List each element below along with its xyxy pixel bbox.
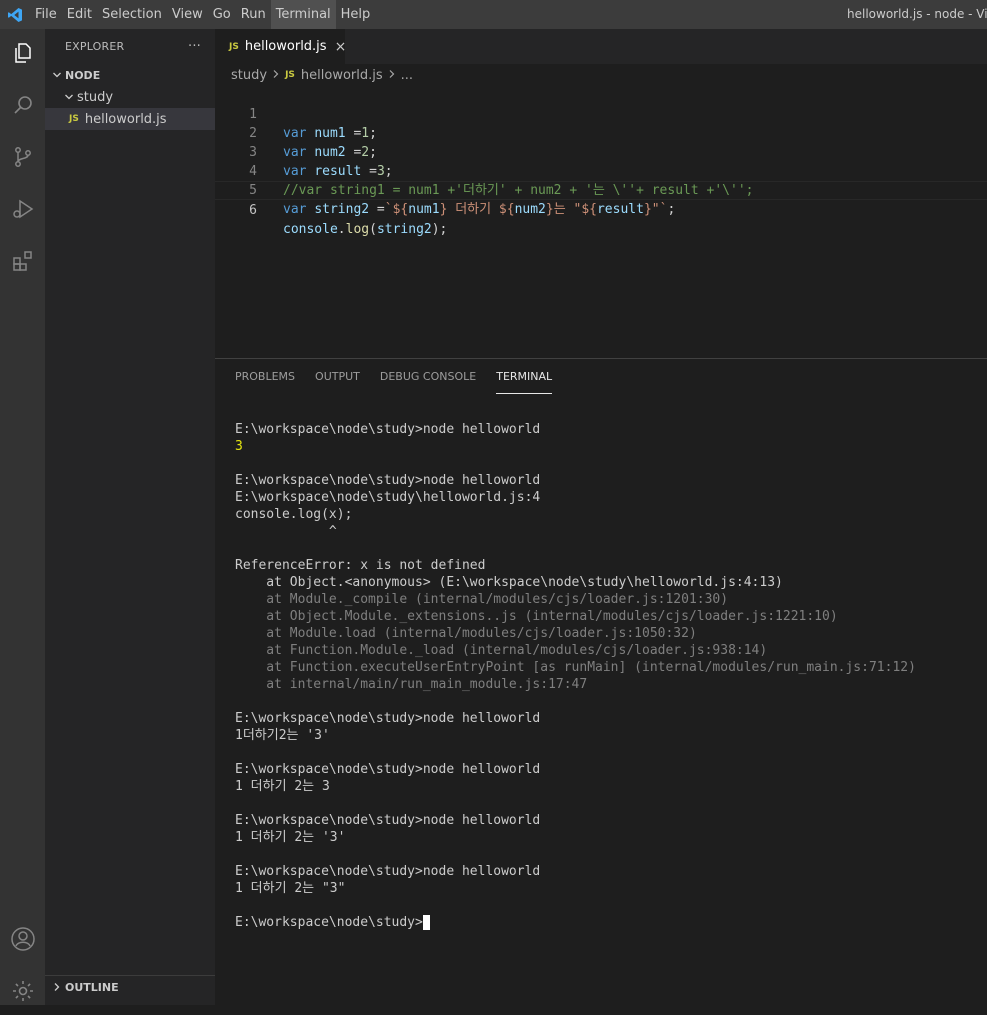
code-line-current: 6 console.log(string2); xyxy=(215,181,987,237)
vscode-logo-icon xyxy=(0,0,30,29)
tree-root-node[interactable]: NODE xyxy=(45,64,215,86)
menu-file[interactable]: File xyxy=(30,0,62,29)
run-debug-icon[interactable] xyxy=(0,185,45,233)
account-icon[interactable] xyxy=(0,915,45,963)
breadcrumb-file[interactable]: helloworld.js xyxy=(301,68,383,83)
tab-output[interactable]: OUTPUT xyxy=(315,359,360,394)
chevron-down-icon xyxy=(49,70,65,80)
tab-label: helloworld.js xyxy=(244,39,327,54)
tab-debug-console[interactable]: DEBUG CONSOLE xyxy=(380,359,476,394)
folder-label: study xyxy=(77,89,114,105)
gear-icon[interactable] xyxy=(0,967,45,1015)
chevron-right-icon xyxy=(49,982,65,992)
tree-folder-study[interactable]: study xyxy=(45,86,215,108)
source-control-icon[interactable] xyxy=(0,133,45,181)
terminal-prompt: E:\workspace\node\study> xyxy=(235,915,423,930)
line-number: 6 xyxy=(249,203,257,218)
editor-tabs: JS helloworld.js × xyxy=(215,29,987,64)
root-folder-label: NODE xyxy=(65,68,101,82)
tree-file-helloworld[interactable]: JS helloworld.js xyxy=(45,108,215,130)
terminal-line: E:\workspace\node\study\helloworld.js:4 xyxy=(235,490,541,505)
menu-edit[interactable]: Edit xyxy=(62,0,97,29)
menu-run[interactable]: Run xyxy=(236,0,271,29)
code-editor[interactable]: 1 var num1 =1; 2 var num2 =2; 3 var resu… xyxy=(215,86,987,358)
terminal-line: at internal/main/run_main_module.js:17:4… xyxy=(235,677,588,692)
terminal-line: at Module.load (internal/modules/cjs/loa… xyxy=(235,626,697,641)
extensions-icon[interactable] xyxy=(0,237,45,285)
outline-section[interactable]: OUTLINE xyxy=(45,975,215,998)
code-line: 1 var num1 =1; xyxy=(215,86,987,141)
terminal-line: at Function.Module._load (internal/modul… xyxy=(235,643,768,658)
terminal-line: at Function.executeUserEntryPoint [as ru… xyxy=(235,660,916,675)
search-icon[interactable] xyxy=(0,81,45,129)
menu-help[interactable]: Help xyxy=(336,0,376,29)
code-line: 4 //var string1 = num1 +'더하기' + num2 + '… xyxy=(215,143,987,198)
menu-selection[interactable]: Selection xyxy=(97,0,167,29)
terminal-line: console.log(x); xyxy=(235,507,353,522)
activity-bar xyxy=(0,29,45,1005)
explorer-icon[interactable] xyxy=(0,29,45,77)
code-line: 5 var string2 =`${num1} 더하기 ${num2}는 "${… xyxy=(215,162,987,217)
js-file-icon: JS xyxy=(285,70,295,80)
chevron-right-icon xyxy=(388,68,396,83)
more-actions-icon[interactable]: ··· xyxy=(188,39,201,54)
breadcrumb-folder[interactable]: study xyxy=(231,68,267,83)
terminal-line: 3 xyxy=(235,439,243,454)
file-label: helloworld.js xyxy=(84,111,167,127)
menu-bar: File Edit Selection View Go Run Terminal… xyxy=(30,0,375,29)
terminal-cursor xyxy=(422,915,430,930)
terminal-line: ^ xyxy=(235,524,337,539)
menu-view[interactable]: View xyxy=(167,0,208,29)
breadcrumb-ellipsis[interactable]: ... xyxy=(401,68,413,83)
code-line: 2 var num2 =2; xyxy=(215,105,987,160)
explorer-sidebar: EXPLORER ··· NODE study JS helloworld.js… xyxy=(45,29,215,1005)
tab-problems[interactable]: PROBLEMS xyxy=(235,359,295,394)
menu-terminal[interactable]: Terminal xyxy=(270,0,336,29)
window-title: helloworld.js - node - Visual Studio Cod… xyxy=(847,7,987,21)
terminal-line: at Object.Module._extensions..js (intern… xyxy=(235,609,838,624)
menu-go[interactable]: Go xyxy=(208,0,236,29)
tab-terminal[interactable]: TERMINAL xyxy=(496,359,553,394)
title-bar: File Edit Selection View Go Run Terminal… xyxy=(0,0,987,29)
chevron-down-icon xyxy=(61,92,77,102)
js-file-icon: JS xyxy=(69,114,79,124)
explorer-title: EXPLORER xyxy=(65,40,125,53)
terminal-line: 1 더하기 2는 3 xyxy=(235,779,330,794)
code-line: 3 var result =3; xyxy=(215,124,987,179)
close-icon[interactable]: × xyxy=(335,39,347,55)
terminal-line: at Module._compile (internal/modules/cjs… xyxy=(235,592,729,607)
outline-label: OUTLINE xyxy=(65,980,119,994)
terminal-line: 1 더하기 2는 '3' xyxy=(235,830,346,845)
terminal-line: 1 더하기 2는 "3" xyxy=(235,881,346,896)
js-file-icon: JS xyxy=(229,41,239,52)
chevron-right-icon xyxy=(272,68,280,83)
breadcrumb: study JS helloworld.js ... xyxy=(215,64,987,86)
terminal-line: at Object.<anonymous> (E:\workspace\node… xyxy=(235,575,783,590)
terminal-output[interactable]: E:\workspace\node\study>node helloworld … xyxy=(235,421,975,931)
explorer-header: EXPLORER ··· xyxy=(45,29,215,64)
panel-tabs: PROBLEMS OUTPUT DEBUG CONSOLE TERMINAL xyxy=(235,359,572,394)
terminal-line: 1더하기2는 '3' xyxy=(235,728,330,743)
bottom-panel: PROBLEMS OUTPUT DEBUG CONSOLE TERMINAL E… xyxy=(215,358,987,1006)
tab-helloworld[interactable]: JS helloworld.js × xyxy=(215,29,347,64)
terminal-line: ReferenceError: x is not defined xyxy=(235,558,486,573)
